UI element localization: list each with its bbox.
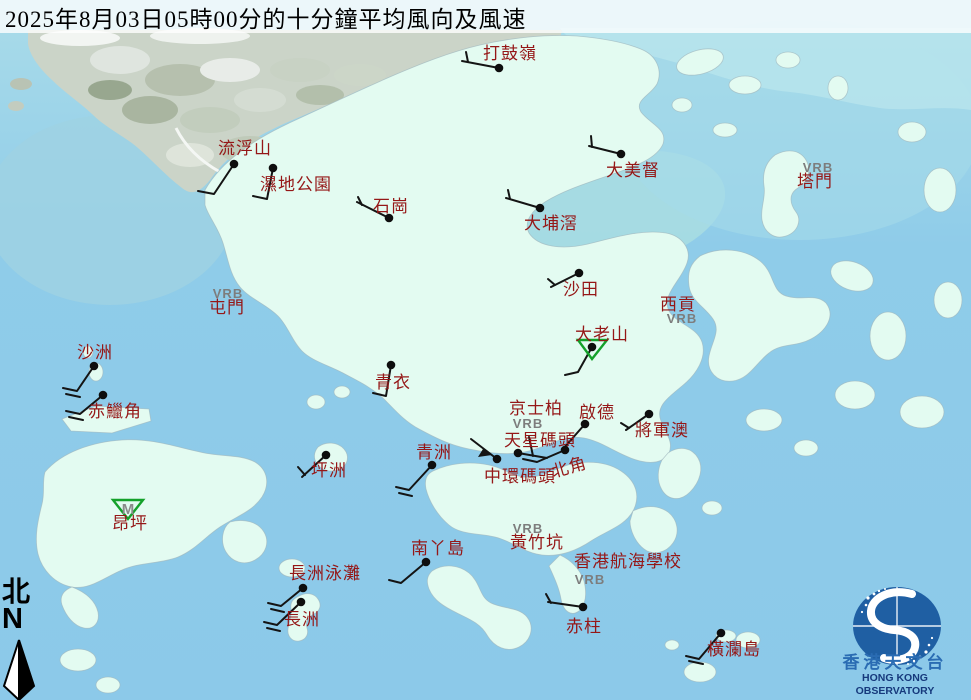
island (898, 122, 926, 142)
sha-tin-station-label: 沙田 (563, 280, 599, 299)
island (746, 409, 782, 431)
chek-lap-kok-station-dot[interactable] (99, 391, 108, 400)
tuen-mun-station-label: 屯門 (209, 298, 245, 317)
peng-chau-station-label: 坪洲 (311, 461, 347, 480)
lau-fau-shan-station-dot[interactable] (230, 160, 239, 169)
green-island-station-label: 青洲 (416, 443, 452, 462)
wetland-park-station-label: 濕地公園 (260, 175, 332, 194)
title-bar: 2025年8月03日05時00分的十分鐘平均風向及風速 (0, 0, 971, 33)
tai-po-kau-station-label: 大埔滘 (524, 214, 578, 233)
island (334, 386, 350, 398)
cheung-chau-station-dot[interactable] (297, 598, 306, 607)
compass: 北 N (2, 580, 58, 700)
island (672, 98, 692, 112)
island (900, 396, 944, 428)
kings-park-vrb-indicator: VRB (513, 416, 543, 431)
tai-po-kau-station-dot[interactable] (536, 204, 545, 213)
tates-cairn-station-label: 大老山 (575, 325, 629, 344)
central-pier-station-dot[interactable] (493, 455, 502, 464)
sai-kung-station-label: 西貢 (660, 295, 696, 314)
sha-chau-station-label: 沙洲 (77, 343, 113, 362)
tseung-kwan-o-station-label: 將軍澳 (635, 421, 689, 440)
tai-mei-tuk-wind-barb (591, 136, 592, 147)
island (307, 395, 325, 409)
cheung-chau-beach-station-dot[interactable] (299, 584, 308, 593)
island (870, 312, 906, 360)
island (729, 76, 761, 94)
lau-fau-shan-station-label: 流浮山 (218, 139, 272, 158)
tsing-yi-station-dot[interactable] (387, 361, 396, 370)
wong-chuk-hang-station-label: 黃竹坑 (510, 533, 564, 552)
north-point-station-dot[interactable] (561, 446, 570, 455)
island (713, 123, 737, 137)
hk-sea-school-station-label: 香港航海學校 (574, 552, 682, 571)
map-title: 2025年8月03日05時00分的十分鐘平均風向及風速 (0, 0, 527, 34)
central-pier-station-label: 中環碼頭 (484, 467, 556, 486)
tap-mun-station-label: 塔門 (797, 172, 833, 191)
wetland-park-station-dot[interactable] (269, 164, 278, 173)
ngong-ping-station-label: 昂坪 (112, 514, 148, 533)
wind-map-page: 打鼓嶺流浮山濕地公園石崗大美督大埔滘沙田大老山VRB西貢VRB塔門VRB屯門沙洲… (0, 0, 971, 700)
island (835, 381, 875, 409)
hko-logo-chinese: 香港天文台 (825, 654, 965, 672)
chek-lap-kok-station-label: 赤鱲角 (88, 402, 142, 421)
island (684, 662, 716, 682)
island (702, 501, 722, 515)
shek-kong-station-label: 石崗 (373, 197, 409, 216)
stanley-station-label: 赤柱 (566, 617, 602, 636)
waglan-island-station-dot[interactable] (717, 629, 726, 638)
hko-logo-english: HONG KONG OBSERVATORY (825, 672, 965, 698)
cheung-chau-beach-station-label: 長洲泳灘 (289, 564, 361, 583)
compass-north-letter: N (2, 606, 58, 632)
ta-kwu-ling-station-dot[interactable] (495, 64, 504, 73)
stanley-station-dot[interactable] (579, 603, 588, 612)
kings-park-station-label: 京士柏 (509, 399, 563, 418)
island (665, 640, 679, 650)
tseung-kwan-o-station-dot[interactable] (645, 410, 654, 419)
island (60, 649, 96, 671)
peng-chau-station-dot[interactable] (322, 451, 331, 460)
sha-tin-station-dot[interactable] (575, 269, 584, 278)
sha-chau-station-dot[interactable] (90, 362, 99, 371)
hko-logo: 香港天文台 HONG KONG OBSERVATORY (825, 576, 965, 698)
waglan-island-station-label: 橫瀾島 (707, 640, 761, 659)
lamma-island-station-label: 南丫島 (411, 539, 465, 558)
chi-ma-wan-peninsula (223, 520, 267, 562)
tai-mei-tuk-station-dot[interactable] (617, 150, 626, 159)
kai-tak-station-label: 啟德 (579, 403, 615, 422)
island (776, 52, 800, 68)
tsing-yi-station-label: 青衣 (375, 373, 411, 392)
cheung-chau-station-label: 長洲 (284, 610, 320, 629)
tai-mei-tuk-station-label: 大美督 (606, 161, 660, 180)
island (828, 76, 848, 100)
hk-sea-school-vrb-indicator: VRB (575, 572, 605, 587)
island (934, 282, 962, 318)
lamma-island-station-dot[interactable] (422, 558, 431, 567)
station-tuen-mun: VRB屯門 (209, 286, 245, 317)
island (924, 168, 956, 212)
station-tap-mun: VRB塔門 (797, 160, 833, 191)
island (96, 677, 120, 693)
ta-kwu-ling-station-label: 打鼓嶺 (483, 44, 537, 63)
island (794, 440, 818, 456)
